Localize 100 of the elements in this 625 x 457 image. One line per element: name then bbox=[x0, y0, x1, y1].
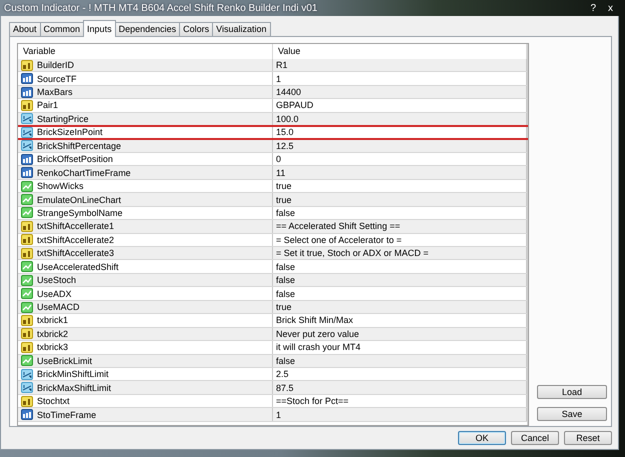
table-row[interactable]: BrickSizeInPoint 15.0 bbox=[18, 126, 527, 140]
variable-value: 0 bbox=[276, 154, 282, 164]
toggle-type-icon bbox=[21, 207, 33, 218]
variable-value: R1 bbox=[276, 60, 288, 70]
variable-value: false bbox=[276, 275, 296, 286]
table-row[interactable]: Pair1 GBPAUD bbox=[18, 99, 527, 113]
integer-type-icon bbox=[21, 73, 33, 84]
integer-type-icon bbox=[21, 86, 33, 98]
table-row[interactable]: BuilderID R1 bbox=[18, 58, 527, 72]
table-row[interactable]: BrickMinShiftLimit 2.5 bbox=[18, 368, 527, 382]
variable-name: BrickMaxShiftLimit bbox=[37, 382, 112, 393]
decimal-type-icon bbox=[21, 382, 33, 394]
variable-value: true bbox=[276, 302, 292, 312]
toggle-type-icon bbox=[21, 261, 33, 272]
variable-name: txbrick2 bbox=[37, 328, 68, 339]
variable-name: BrickMinShiftLimit bbox=[37, 369, 109, 380]
table-row[interactable]: SourceTF 1 bbox=[18, 72, 527, 86]
variable-value: 14400 bbox=[276, 87, 302, 98]
toggle-type-icon bbox=[21, 288, 33, 300]
variable-value: 11 bbox=[276, 168, 286, 178]
table-row[interactable]: ShowWicks true bbox=[18, 180, 527, 194]
table-row[interactable]: txtShiftAccellerate3 = Set it true, Stoch or ADX or MACD = bbox=[18, 247, 527, 260]
text-type-icon bbox=[21, 100, 33, 111]
variable-name: MaxBars bbox=[37, 87, 73, 98]
table-row[interactable]: EmulateOnLineChart true bbox=[18, 193, 527, 207]
table-row[interactable]: txbrick1 Brick Shift Min/Max bbox=[18, 314, 527, 328]
variable-name: txbrick3 bbox=[37, 342, 68, 352]
variable-name: Stochtxt bbox=[37, 396, 70, 406]
variable-value: false bbox=[276, 288, 296, 299]
table-row[interactable]: BrickShiftPercentage 12.5 bbox=[18, 140, 527, 153]
table-row[interactable]: UseBrickLimit false bbox=[18, 354, 527, 368]
variable-name: txtShiftAccellerate2 bbox=[37, 234, 114, 245]
close-button[interactable]: x bbox=[604, 2, 617, 14]
side-button[interactable]: Load bbox=[537, 385, 607, 399]
decimal-type-icon bbox=[21, 113, 33, 124]
variable-name: EmulateOnLineChart bbox=[37, 194, 122, 205]
variable-name: UseBrickLimit bbox=[37, 356, 92, 366]
variable-name: RenkoChartTimeFrame bbox=[37, 168, 131, 178]
tab[interactable]: About bbox=[9, 22, 41, 36]
variable-value: = Select one of Accelerator to = bbox=[276, 234, 402, 245]
variable-name: BrickShiftPercentage bbox=[37, 140, 122, 151]
integer-type-icon bbox=[21, 167, 33, 178]
text-type-icon bbox=[21, 60, 33, 71]
variable-value: Brick Shift Min/Max bbox=[276, 315, 354, 326]
decimal-type-icon bbox=[21, 140, 33, 152]
variable-value: true bbox=[276, 194, 292, 205]
text-type-icon bbox=[21, 314, 33, 326]
tab[interactable]: Dependencies bbox=[114, 22, 180, 36]
table-row[interactable]: RenkoChartTimeFrame 11 bbox=[18, 166, 527, 180]
tab[interactable]: Visualization bbox=[212, 22, 271, 36]
help-button[interactable]: ? bbox=[586, 2, 600, 14]
variable-name: UseAcceleratedShift bbox=[37, 262, 119, 272]
table-row[interactable]: UseMACD true bbox=[18, 300, 527, 314]
text-type-icon bbox=[21, 342, 33, 353]
variable-name: StartingPrice bbox=[37, 114, 89, 124]
variable-value: false bbox=[276, 208, 296, 218]
variable-name: SourceTF bbox=[37, 74, 77, 84]
toggle-type-icon bbox=[21, 355, 33, 366]
tab[interactable]: Common bbox=[40, 22, 84, 36]
table-row[interactable]: UseStoch false bbox=[18, 274, 527, 288]
table-row[interactable]: txtShiftAccellerate2 = Select one of Accelerator to = bbox=[18, 234, 527, 248]
table-row[interactable]: txbrick2 Never put zero value bbox=[18, 328, 527, 342]
variable-name: txtShiftAccellerate1 bbox=[37, 221, 114, 232]
variable-value: 100.0 bbox=[276, 114, 299, 124]
tab[interactable]: Colors bbox=[179, 22, 214, 36]
decimal-type-icon bbox=[21, 126, 33, 138]
variable-value: == Accelerated Shift Setting == bbox=[276, 221, 400, 232]
variable-value: GBPAUD bbox=[276, 100, 314, 110]
table-row[interactable]: txtShiftAccellerate1 == Accelerated Shift Setting == bbox=[18, 220, 527, 234]
side-button[interactable]: Save bbox=[537, 407, 607, 421]
tab[interactable]: Inputs bbox=[83, 20, 116, 37]
table-row[interactable]: txbrick3 it will crash your MT4 bbox=[18, 341, 527, 355]
variable-name: BrickSizeInPoint bbox=[37, 127, 103, 138]
table-row[interactable]: StrangeSymbolName false bbox=[18, 206, 527, 220]
variable-name: UseADX bbox=[37, 288, 72, 299]
variable-name: txbrick1 bbox=[37, 315, 68, 326]
dialog-button[interactable]: Cancel bbox=[511, 431, 559, 445]
table-row[interactable]: BrickMaxShiftLimit 87.5 bbox=[18, 381, 527, 395]
table-row[interactable]: StoTimeFrame 1 bbox=[18, 408, 527, 422]
table-row[interactable]: UseAcceleratedShift false bbox=[18, 260, 527, 274]
dialog-button[interactable]: OK bbox=[458, 431, 506, 445]
variable-value: 1 bbox=[276, 74, 282, 84]
variable-name: UseStoch bbox=[37, 275, 76, 286]
toggle-type-icon bbox=[21, 302, 33, 313]
integer-type-icon bbox=[21, 409, 33, 420]
variable-value: = Set it true, Stoch or ADX or MACD = bbox=[276, 248, 429, 258]
table-row[interactable]: Stochtxt ==Stoch for Pct== bbox=[18, 394, 527, 408]
variable-value: true bbox=[276, 181, 292, 192]
dialog-button[interactable]: Reset bbox=[564, 431, 612, 445]
variable-value: false bbox=[276, 356, 296, 366]
variable-value: 2.5 bbox=[276, 369, 289, 380]
variable-value: Never put zero value bbox=[276, 328, 360, 339]
table-row[interactable]: MaxBars 14400 bbox=[18, 86, 527, 100]
variable-name: BrickOffsetPosition bbox=[37, 154, 113, 164]
toggle-type-icon bbox=[21, 180, 33, 192]
table-row[interactable]: UseADX false bbox=[18, 287, 527, 301]
variable-name: Pair1 bbox=[37, 100, 58, 110]
table-row[interactable]: BrickOffsetPosition 0 bbox=[18, 152, 527, 166]
text-type-icon bbox=[21, 396, 33, 407]
window-title: Custom Indicator - ! MTH MT4 B604 Accel Shift Renko Builder Indi v01 bbox=[4, 2, 318, 14]
